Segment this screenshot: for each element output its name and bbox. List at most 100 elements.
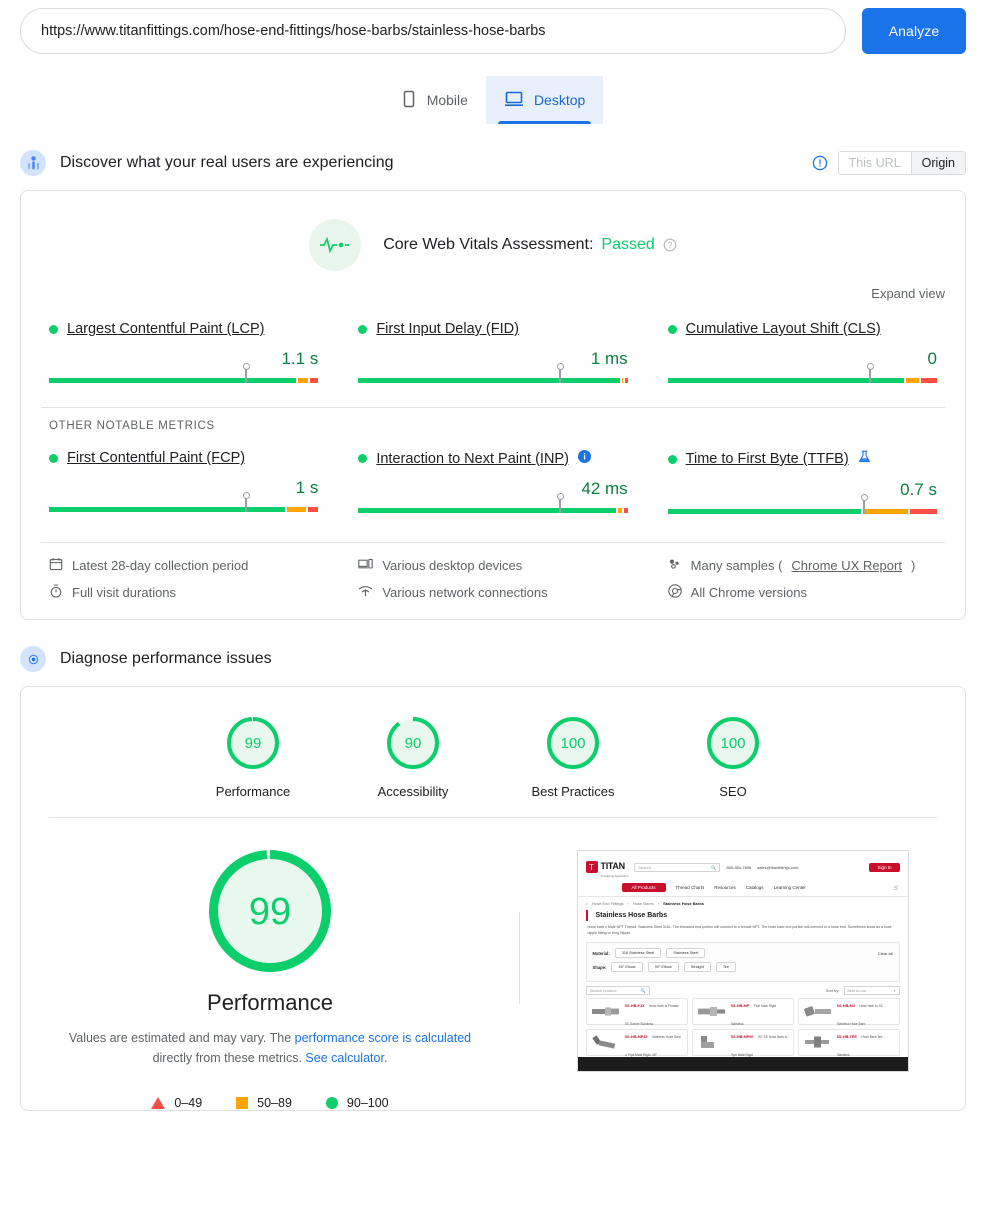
product-image bbox=[590, 1033, 622, 1053]
distribution-bar bbox=[358, 508, 628, 513]
filter-chip[interactable]: 316 Stainless Steel bbox=[614, 948, 662, 958]
product-image bbox=[696, 1002, 728, 1022]
product-card[interactable]: SS-HB-MJ Hose barb to JIC - Stainless Ho… bbox=[797, 998, 900, 1026]
analyze-button[interactable]: Analyze bbox=[862, 8, 966, 54]
site-footer bbox=[577, 1057, 908, 1071]
diagnose-icon bbox=[20, 646, 46, 672]
site-nav-all-products[interactable]: All Products bbox=[621, 883, 666, 892]
score-gauge: 100 bbox=[547, 717, 599, 769]
metric-cls-label[interactable]: Cumulative Layout Shift (CLS) bbox=[686, 321, 881, 337]
metric-lcp-label[interactable]: Largest Contentful Paint (LCP) bbox=[67, 321, 264, 337]
filter-chip[interactable]: 45° Elbow bbox=[611, 962, 643, 972]
bar-segment-good bbox=[358, 508, 616, 513]
legend-good-label: 90–100 bbox=[346, 1096, 389, 1110]
cwv-assessment-label: Core Web Vitals Assessment: bbox=[383, 236, 594, 253]
category-accessibility[interactable]: 90 Accessibility bbox=[353, 717, 473, 799]
legend-average: 50–89 bbox=[236, 1096, 292, 1110]
category-seo[interactable]: 100 SEO bbox=[673, 717, 793, 799]
logo-badge-icon: T bbox=[585, 861, 598, 873]
product-sku: SS-HB-FJX bbox=[624, 1003, 645, 1008]
field-data-title: Discover what your real users are experi… bbox=[60, 154, 394, 171]
desktop-icon bbox=[504, 90, 524, 111]
performance-score-link[interactable]: performance score is calculated bbox=[295, 1031, 471, 1045]
product-card[interactable]: SS-HB-TEE Hose Barb Tee - Stainless bbox=[797, 1029, 900, 1057]
score-gauge: 100 bbox=[707, 717, 759, 769]
legend-poor: 0–49 bbox=[151, 1096, 202, 1110]
filter-chip[interactable]: Tee bbox=[715, 962, 736, 972]
bar-segment-needs-improvement bbox=[905, 378, 920, 383]
metric-inp-value: 42 ms bbox=[581, 479, 628, 498]
metric-lcp-bar bbox=[49, 363, 319, 385]
svg-text:100: 100 bbox=[560, 735, 585, 752]
url-input[interactable] bbox=[20, 8, 846, 54]
metric-inp-bar bbox=[358, 493, 628, 515]
clear-all-button[interactable]: Clear all bbox=[878, 951, 893, 956]
cwv-assessment-status: Passed bbox=[601, 236, 655, 253]
site-search-placeholder: Search bbox=[638, 864, 652, 870]
product-image bbox=[696, 1033, 728, 1053]
devices-icon bbox=[358, 557, 374, 574]
site-search-input[interactable]: Search 🔍 bbox=[634, 862, 721, 872]
metric-ttfb-label[interactable]: Time to First Byte (TTFB) bbox=[686, 451, 849, 467]
product-image bbox=[590, 1002, 622, 1022]
chrome-ux-report-link[interactable]: Chrome UX Report bbox=[791, 558, 902, 573]
product-card[interactable]: SS-HB-MP45 Stainless Hose Barb to Pipe M… bbox=[585, 1029, 688, 1057]
tab-desktop[interactable]: Desktop bbox=[485, 76, 604, 124]
mobile-icon bbox=[401, 90, 417, 111]
tab-mobile[interactable]: Mobile bbox=[383, 76, 486, 124]
note-prefix: Values are estimated and may vary. The bbox=[68, 1031, 295, 1045]
site-nav-item[interactable]: Learning Center bbox=[774, 885, 806, 890]
site-nav-item[interactable]: Catalogs bbox=[746, 885, 764, 890]
filter-chip[interactable]: 90° Elbow bbox=[647, 962, 679, 972]
product-sku: SS-HB-TEE bbox=[836, 1034, 857, 1039]
help-icon[interactable]: ? bbox=[663, 238, 677, 252]
metric-status-dot bbox=[667, 454, 677, 464]
expand-view-button[interactable]: Expand view bbox=[871, 286, 945, 301]
search-icon: 🔍 bbox=[711, 864, 717, 870]
performance-gauge-label: Performance bbox=[207, 990, 333, 1015]
home-icon[interactable]: ⌂ bbox=[586, 901, 588, 906]
info-icon[interactable] bbox=[812, 155, 828, 171]
info-badge-icon[interactable] bbox=[577, 450, 591, 467]
breadcrumb-item[interactable]: Hose Barbs bbox=[633, 901, 654, 906]
distribution-bar bbox=[49, 378, 319, 383]
legend-average-label: 50–89 bbox=[257, 1096, 292, 1110]
category-best-practices[interactable]: 100 Best Practices bbox=[513, 717, 633, 799]
metric-lcp-value: 1.1 s bbox=[281, 349, 319, 368]
product-card[interactable]: SS-HB-MP90 90° SS Hose Barb to Pipe Male… bbox=[691, 1029, 794, 1057]
product-image bbox=[802, 1033, 834, 1053]
product-card[interactable]: SS-HB-MP Pipe Male Rigid Stainless bbox=[691, 998, 794, 1026]
scope-this-url-button[interactable]: This URL bbox=[838, 152, 911, 174]
category-performance[interactable]: 99 Performance bbox=[193, 717, 313, 799]
meta-label: Various network connections bbox=[382, 585, 548, 600]
meta-network: Various network connections bbox=[358, 584, 627, 601]
site-logo: T TITAN Simplifying Application bbox=[585, 856, 628, 878]
site-nav-item[interactable]: Resources bbox=[714, 885, 736, 890]
metric-status-dot bbox=[49, 453, 58, 463]
performance-summary: 99 Performance Values are estimated and … bbox=[21, 818, 965, 1110]
see-calculator-link[interactable]: See calculator bbox=[305, 1051, 384, 1065]
score-gauge: 99 bbox=[227, 717, 279, 769]
metric-fcp-label[interactable]: First Contentful Paint (FCP) bbox=[67, 450, 245, 466]
filter-chip[interactable]: Stainless Steel bbox=[666, 948, 706, 958]
product-card[interactable]: SS-HB-FJX Hose barb to Female JIC Swivel… bbox=[585, 998, 688, 1026]
collection-metadata: Latest 28-day collection period Full vis… bbox=[21, 543, 965, 619]
metric-fid-bar bbox=[358, 363, 628, 385]
site-nav-item[interactable]: Thread Charts bbox=[676, 885, 705, 890]
site-signin-button[interactable]: Sign In bbox=[869, 862, 900, 872]
flask-icon bbox=[858, 450, 871, 468]
cart-icon[interactable]: 🛒 bbox=[894, 885, 900, 891]
bar-segment-needs-improvement bbox=[297, 378, 309, 383]
breadcrumb-item[interactable]: Hose End Fittings bbox=[592, 901, 624, 906]
distribution-bar bbox=[667, 509, 937, 514]
scope-origin-button[interactable]: Origin bbox=[910, 152, 965, 174]
metric-ttfb-value: 0.7 s bbox=[900, 480, 937, 499]
meta-label: Latest 28-day collection period bbox=[72, 558, 249, 573]
filter-chip[interactable]: Straight bbox=[683, 962, 711, 972]
metric-status-dot bbox=[358, 454, 368, 463]
metric-inp-label[interactable]: Interaction to Next Paint (INP) bbox=[376, 451, 569, 467]
form-factor-tabs: Mobile Desktop bbox=[0, 76, 986, 124]
metric-fid-label[interactable]: First Input Delay (FID) bbox=[376, 321, 519, 337]
scope-toggle: This URL Origin bbox=[837, 151, 966, 175]
score-legend: 0–49 50–89 90–100 bbox=[21, 1096, 519, 1110]
